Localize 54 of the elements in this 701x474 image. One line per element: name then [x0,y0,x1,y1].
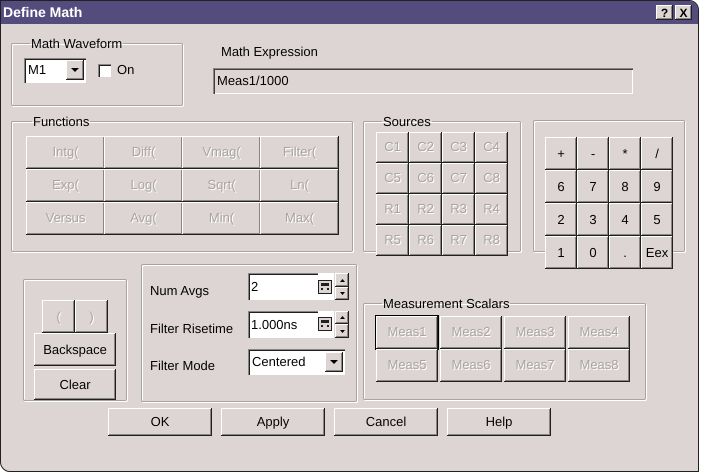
keypad-button[interactable]: 5 [641,203,673,236]
backspace-button[interactable]: Backspace [34,333,116,366]
dropdown-value: M1 [28,61,46,80]
dialog-button[interactable]: Help [447,408,551,436]
group-label: Sources [382,113,432,131]
keypad-button[interactable]: Eex [641,236,673,269]
checkbox-label: On [117,61,134,80]
keypad-button[interactable]: 2 [545,203,577,236]
calculator-icon[interactable] [318,317,332,332]
keypad-button[interactable]: 9 [641,170,673,203]
field-label: Num Avgs [150,282,210,300]
up-arrow-icon [340,316,344,319]
dropdown-value: Centered [252,353,306,371]
input-field[interactable]: 2 [248,273,318,300]
group-label: Math Waveform [30,35,124,53]
expression-field[interactable]: Meas1/1000 [213,68,633,94]
keypad-button[interactable]: / [641,137,673,170]
caret-icon [330,360,338,364]
keypad-button[interactable]: 8 [609,170,641,203]
down-arrow-icon [340,292,344,295]
input-field[interactable]: 1.000ns [248,310,318,338]
waveform-dropdown[interactable]: M1 [24,58,86,82]
keypad-button[interactable]: 1 [545,236,577,269]
keypad-button[interactable]: 7 [577,170,609,203]
clear-button[interactable]: Clear [34,369,116,400]
close-button[interactable]: X [675,5,692,20]
filter-mode-dropdown[interactable]: Centered [248,348,345,375]
spin-buttons[interactable] [335,310,349,338]
keypad-button[interactable]: 0 [577,236,609,269]
keypad-button[interactable]: * [609,137,641,170]
field-label: Filter Risetime [150,320,234,338]
group-label: Functions [32,113,90,131]
keypad-button[interactable]: 3 [577,203,609,236]
field-label: Filter Mode [150,357,216,375]
spin-buttons[interactable] [335,273,349,300]
dropdown-button[interactable] [66,60,84,80]
help-button[interactable]: ? [656,5,673,20]
up-arrow-icon [340,278,344,282]
keypad-button[interactable]: - [577,137,609,170]
dialog-button[interactable]: OK [108,408,212,436]
calculator-icon[interactable] [318,280,332,294]
on-checkbox[interactable] [98,64,111,76]
keypad-button[interactable]: 4 [609,203,641,236]
keypad-button[interactable]: 6 [545,170,577,203]
dialog-button[interactable]: Apply [221,408,325,436]
keypad-button[interactable]: . [609,236,641,269]
group-label: Measurement Scalars [382,295,510,313]
window-title: Define Math [3,3,82,22]
expression-label: Math Expression [221,43,319,61]
dropdown-button[interactable] [325,352,343,372]
down-arrow-icon [340,330,344,332]
dialog-button[interactable]: Cancel [334,408,438,436]
caret-icon [71,68,79,72]
keypad-button[interactable]: + [545,137,577,170]
